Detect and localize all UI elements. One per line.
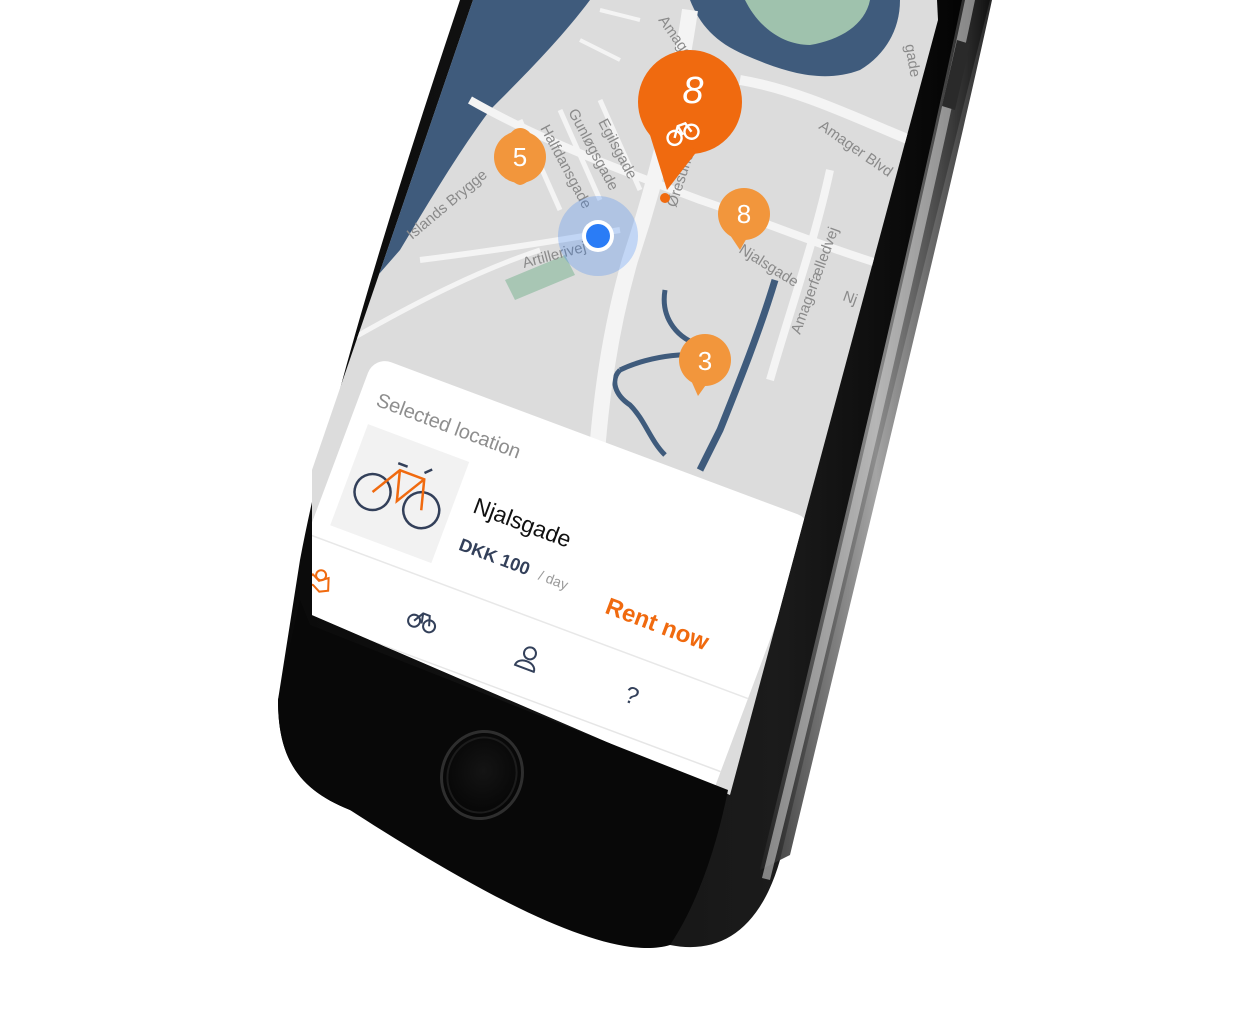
user-location-marker <box>558 196 638 276</box>
cluster-count: 5 <box>513 142 527 172</box>
cluster-count: 8 <box>737 199 751 229</box>
cluster-count: 3 <box>698 346 712 376</box>
phone-mockup: Amager Amager Blvd Egilsgade Gunløgsgade… <box>0 0 1240 1009</box>
cluster-count: 8 <box>682 70 703 112</box>
